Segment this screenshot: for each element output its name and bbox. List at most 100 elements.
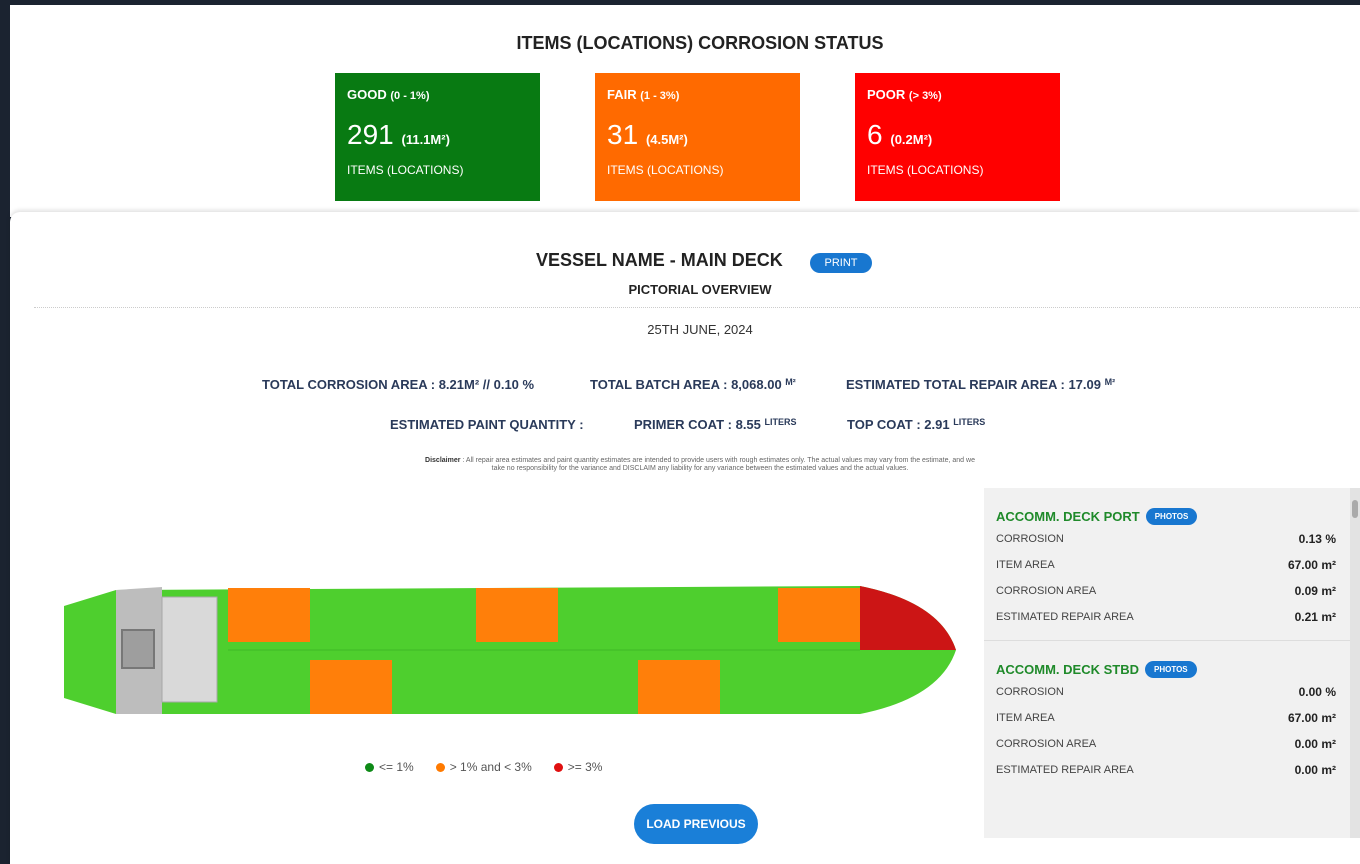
poor-count-value: 6 [867,119,883,150]
row-value: 67.00 m² [1288,711,1336,725]
section-header: ACCOMM. DECK PORT PHOTOS [996,506,1336,526]
row-value: 0.00 m² [1295,737,1336,751]
row-value-number: 0.00 [1298,685,1322,699]
row-label: ESTIMATED REPAIR AREA [996,764,1134,776]
detail-row: CORROSION AREA 0.09 m² [996,578,1336,604]
top-coat: TOP COAT : 2.91 LITERS [847,417,985,432]
row-label: CORROSION [996,533,1064,545]
photos-button[interactable]: PHOTOS [1145,507,1198,525]
total-batch-area: TOTAL BATCH AREA : 8,068.00 M² [590,377,796,392]
row-unit: m² [1321,737,1336,751]
deck-plan-diagram [64,586,956,714]
row-value-number: 0.00 [1294,763,1318,777]
status-title: ITEMS (LOCATIONS) CORROSION STATUS [516,33,884,53]
report-date: 25TH JUNE, 2024 [647,322,753,337]
poor-card-title: POOR (> 3%) [867,87,1048,102]
load-previous-button[interactable]: LOAD PREVIOUS [634,804,758,844]
deck-section-fair[interactable] [638,660,720,714]
row-unit: % [1325,532,1336,546]
section-name: ACCOMM. DECK PORT [996,508,1140,524]
legend-poor-label: >= 3% [567,760,603,774]
poor-range: (> 3%) [908,90,942,102]
legend-good: <= 1% [365,760,414,774]
detail-row: ITEM AREA 67.00 m² [996,552,1336,578]
row-value-number: 0.21 [1294,610,1318,624]
good-label: GOOD [347,87,387,102]
row-label: ITEM AREA [996,559,1055,571]
row-unit: m² [1321,610,1336,624]
detail-row: CORROSION AREA 0.00 m² [996,731,1336,757]
fair-card-title: FAIR (1 - 3%) [607,87,788,102]
row-value: 0.00 % [1299,685,1336,699]
disclaimer-text: : All repair area estimates and paint qu… [460,457,975,472]
row-value-number: 67.00 [1287,711,1318,725]
disclaimer: Disclaimer : All repair area estimates a… [420,457,980,473]
total-corrosion-area: TOTAL CORROSION AREA : 8.21M² // 0.10 % [262,377,535,392]
legend-fair: > 1% and < 3% [435,760,532,774]
good-count-value: 291 [347,119,394,150]
detail-row: CORROSION 0.13 % [996,526,1336,552]
good-area: (11.1M²) [401,132,450,147]
row-label: CORROSION AREA [996,738,1097,750]
good-range: (0 - 1%) [390,90,430,102]
good-count: 291 (11.1M²) [347,120,528,155]
legend-good-label: <= 1% [379,760,414,774]
section-accomm-deck-port: ACCOMM. DECK PORT PHOTOS CORROSION 0.13 %… [984,488,1360,630]
section-name: ACCOMM. DECK STBD [996,661,1139,677]
legend-fair-dot [435,763,445,772]
item-details-panel[interactable]: ACCOMM. DECK PORT PHOTOS CORROSION 0.13 %… [984,488,1360,838]
repair-area-value: ESTIMATED TOTAL REPAIR AREA : 17.09 [846,377,1101,392]
row-value-number: 0.09 [1294,584,1318,598]
row-unit: m² [1321,763,1336,777]
primer-coat-unit: LITERS [764,417,797,427]
fair-count-value: 31 [607,119,639,150]
row-value: 0.00 m² [1295,763,1336,777]
paint-quantity-label: ESTIMATED PAINT QUANTITY : [390,417,584,432]
legend-poor-dot [553,763,563,772]
deck-section-fair[interactable] [310,660,392,714]
disclaimer-label: Disclaimer [425,457,461,464]
detail-row: ITEM AREA 67.00 m² [996,705,1336,731]
deck-section-fair[interactable] [228,588,310,642]
section-accomm-deck-stbd: ACCOMM. DECK STBD PHOTOS CORROSION 0.00 %… [984,640,1360,783]
row-value-number: 0.00 [1294,737,1318,751]
side-panel-scrollbar[interactable] [1350,488,1360,838]
poor-area: (0.2M²) [890,132,933,147]
photos-button[interactable]: PHOTOS [1145,660,1197,678]
vessel-title: VESSEL NAME - MAIN DECK [536,250,783,270]
deck-section-fair[interactable] [778,588,860,642]
estimated-repair-area: ESTIMATED TOTAL REPAIR AREA : 17.09 M² [846,377,1115,392]
total-batch-unit: M² [785,377,796,387]
poor-label: POOR [867,87,906,102]
deck-overview-panel: VESSEL NAME - MAIN DECK PRINT PICTORIAL … [10,212,1360,864]
scrollbar-thumb[interactable] [1352,500,1358,518]
section-header: ACCOMM. DECK STBD PHOTOS [996,659,1336,679]
poor-card-subtitle: ITEMS (LOCATIONS) [867,163,984,177]
row-unit: m² [1321,584,1336,598]
bow-area-poor[interactable] [860,586,956,650]
fair-area: (4.5M²) [645,132,688,147]
good-card-subtitle: ITEMS (LOCATIONS) [347,163,464,177]
row-label: CORROSION [996,686,1064,698]
legend-poor: >= 3% [553,760,603,774]
row-unit: m² [1321,558,1336,572]
legend-good-dot [365,763,374,772]
good-card-title: GOOD (0 - 1%) [347,87,528,102]
accommodation-block[interactable] [161,596,218,703]
deck-section-fair[interactable] [476,588,558,642]
fair-card-subtitle: ITEMS (LOCATIONS) [607,163,724,177]
row-value-number: 67.00 [1287,558,1318,572]
row-value: 0.21 m² [1295,610,1336,624]
total-batch-value: TOTAL BATCH AREA : 8,068.00 [590,377,782,392]
good-status-card[interactable]: GOOD (0 - 1%) 291 (11.1M²) ITEMS (LOCATI… [335,73,540,201]
print-button[interactable]: PRINT [810,253,872,273]
row-value: 67.00 m² [1288,558,1336,572]
row-label: CORROSION AREA [996,585,1097,597]
legend: <= 1% > 1% and < 3% >= 3% [365,760,602,774]
fair-status-card[interactable]: FAIR (1 - 3%) 31 (4.5M²) ITEMS (LOCATION… [595,73,800,201]
row-value: 0.13 % [1299,532,1336,546]
row-value-number: 0.13 [1298,532,1322,546]
row-label: ESTIMATED REPAIR AREA [996,611,1134,623]
poor-status-card[interactable]: POOR (> 3%) 6 (0.2M²) ITEMS (LOCATIONS) [855,73,1060,201]
top-coat-value: TOP COAT : 2.91 [847,417,950,432]
